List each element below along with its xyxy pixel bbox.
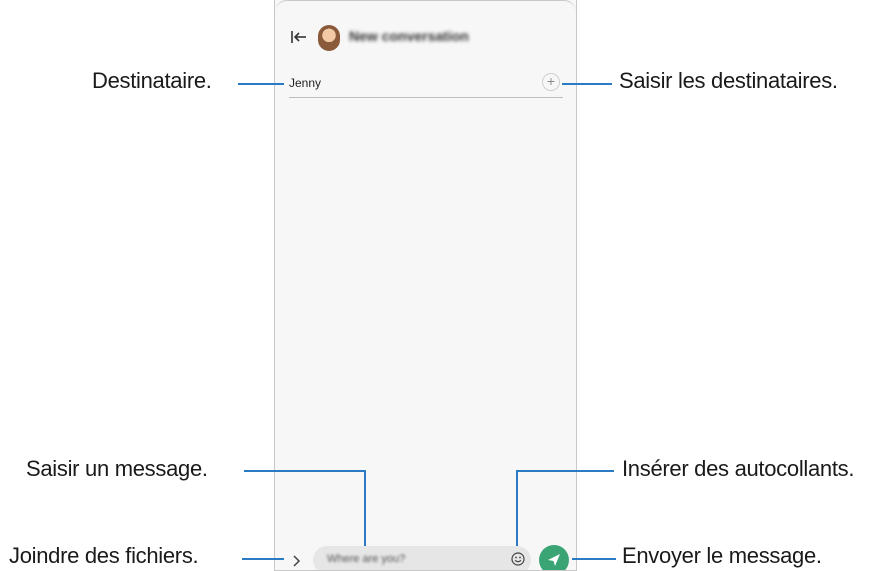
compose-bar: Where are you?: [275, 545, 576, 570]
chevron-right-icon[interactable]: [291, 554, 301, 568]
smiley-icon[interactable]: [511, 552, 525, 566]
callout-line-enter-recipients: [562, 83, 612, 85]
callout-send-message: Envoyer le message.: [622, 543, 822, 568]
callout-recipient: Destinataire.: [92, 68, 212, 93]
back-icon[interactable]: [290, 28, 308, 46]
send-arrow-icon: [548, 554, 560, 566]
avatar: [318, 25, 340, 51]
phone-screen: New conversation Jenny + Where are you?: [274, 0, 577, 571]
callout-line-enter-message-v: [364, 470, 366, 546]
callout-line-recipient: [238, 83, 284, 85]
callout-line-insert-stickers-h: [516, 470, 614, 472]
message-placeholder: Where are you?: [327, 553, 406, 565]
message-input[interactable]: Where are you?: [313, 546, 531, 570]
callout-enter-message: Saisir un message.: [26, 456, 208, 481]
callout-insert-stickers: Insérer des autocollants.: [622, 456, 855, 481]
recipient-name: Jenny: [289, 76, 322, 90]
callout-line-insert-stickers-v: [516, 470, 518, 546]
recipient-field[interactable]: Jenny +: [289, 71, 563, 98]
conversation-title: New conversation: [349, 28, 469, 44]
add-recipient-icon[interactable]: +: [542, 73, 560, 91]
phone-top-edge: [275, 0, 576, 15]
send-button[interactable]: [539, 545, 569, 570]
callout-line-enter-message-h: [244, 470, 366, 472]
callout-attach-files: Joindre des fichiers.: [9, 543, 199, 568]
callout-enter-recipients: Saisir les destinataires.: [619, 68, 838, 93]
callout-line-send-message: [572, 558, 616, 560]
callout-line-attach-files: [242, 558, 284, 560]
